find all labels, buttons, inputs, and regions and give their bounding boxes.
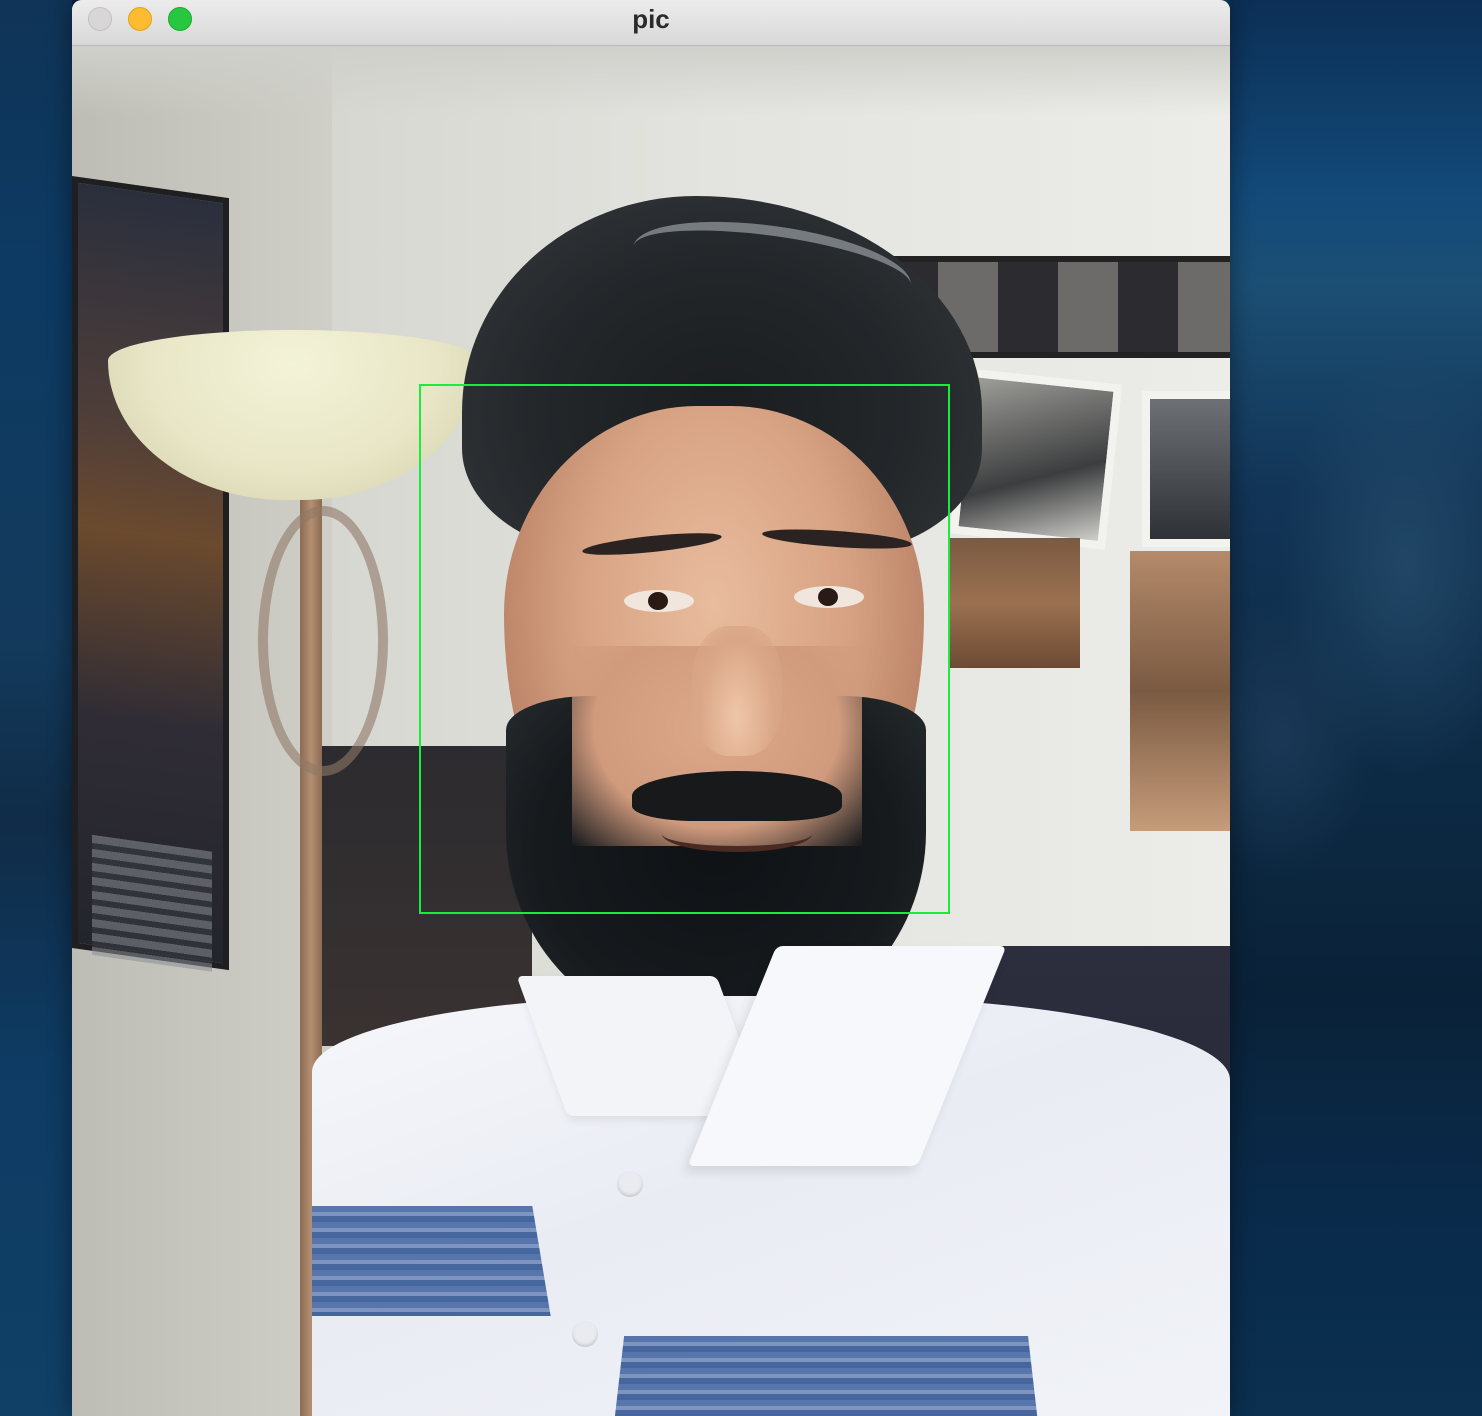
shirt-button [617, 1171, 643, 1197]
image-window: pic [72, 0, 1230, 1416]
photo-frame [1130, 551, 1230, 831]
face-detection-box [419, 384, 950, 914]
photo-frame [950, 538, 1080, 668]
photo-ceiling [72, 46, 1230, 116]
window-titlebar[interactable]: pic [72, 0, 1230, 46]
window-title: pic [632, 4, 670, 34]
photo-poster [72, 176, 229, 972]
photo-lamp-ornament [258, 506, 388, 776]
desktop-wallpaper-left [0, 0, 72, 1416]
photo-poster-lettering [92, 834, 212, 972]
desktop-wallpaper-right [1228, 0, 1482, 1416]
shirt-button [572, 1321, 598, 1347]
photo-frame [1142, 391, 1230, 547]
